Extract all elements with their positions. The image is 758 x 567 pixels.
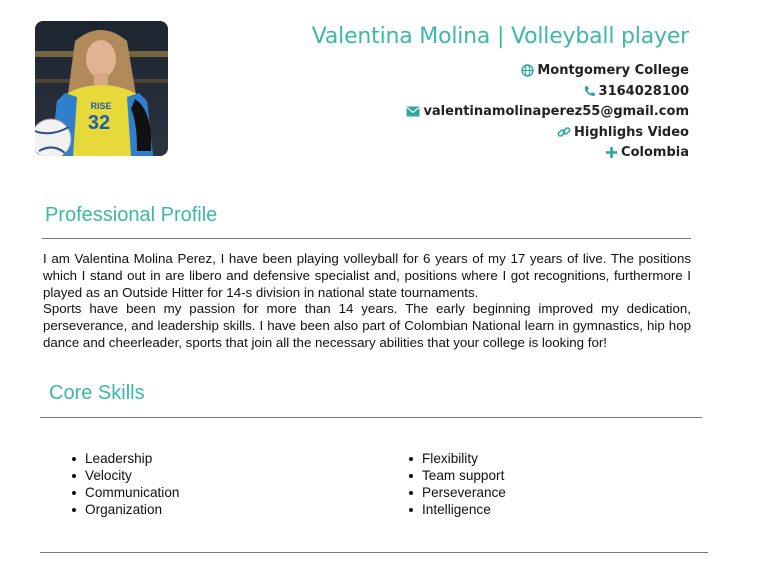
profile-photo: RISE 32: [35, 21, 168, 156]
contact-list: Montgomery College 3164028100 valentinam…: [406, 61, 689, 164]
profile-heading: Professional Profile: [45, 204, 218, 226]
contact-email: valentinamolinaperez55@gmail.com: [406, 102, 689, 123]
phone-icon: [583, 85, 596, 98]
skill-item: Intelligence: [407, 501, 506, 518]
contact-school-text: Montgomery College: [537, 63, 689, 78]
contact-country-text: Colombia: [621, 145, 689, 160]
contact-school: Montgomery College: [406, 61, 689, 82]
profile-paragraph-1: I am Valentina Molina Perez, I have been…: [43, 251, 691, 300]
skill-item: Communication: [70, 484, 179, 501]
skill-item: Leadership: [70, 450, 179, 467]
contact-email-text[interactable]: valentinamolinaperez55@gmail.com: [423, 104, 689, 119]
jersey-text: RISE: [90, 101, 111, 111]
skill-item: Organization: [70, 501, 179, 518]
skills-divider: [40, 417, 702, 418]
skill-item: Velocity: [70, 467, 179, 484]
skill-item: Perseverance: [407, 484, 506, 501]
skills-column-right: Flexibility Team support Perseverance In…: [407, 450, 506, 518]
link-icon: [557, 126, 571, 139]
globe-icon: [521, 64, 535, 77]
plus-icon: [605, 146, 618, 159]
skills-heading: Core Skills: [49, 382, 145, 404]
skills-column-left: Leadership Velocity Communication Organi…: [70, 450, 179, 518]
profile-paragraph-2: Sports have been my passion for more tha…: [43, 301, 691, 350]
skill-item: Team support: [407, 467, 506, 484]
header-name: Valentina Molina | Volleyball player: [311, 24, 689, 49]
contact-country: Colombia: [406, 143, 689, 164]
contact-phone-text[interactable]: 3164028100: [599, 84, 689, 99]
highlights-video-link[interactable]: Highlighs Video: [574, 125, 689, 140]
skill-item: Flexibility: [407, 450, 506, 467]
profile-divider: [42, 238, 691, 239]
contact-video: Highlighs Video: [406, 123, 689, 144]
bottom-divider: [40, 552, 708, 553]
jersey-number: 32: [88, 112, 110, 134]
profile-text: I am Valentina Molina Perez, I have been…: [43, 251, 691, 352]
contact-phone: 3164028100: [406, 82, 689, 103]
envelope-icon: [406, 106, 420, 117]
